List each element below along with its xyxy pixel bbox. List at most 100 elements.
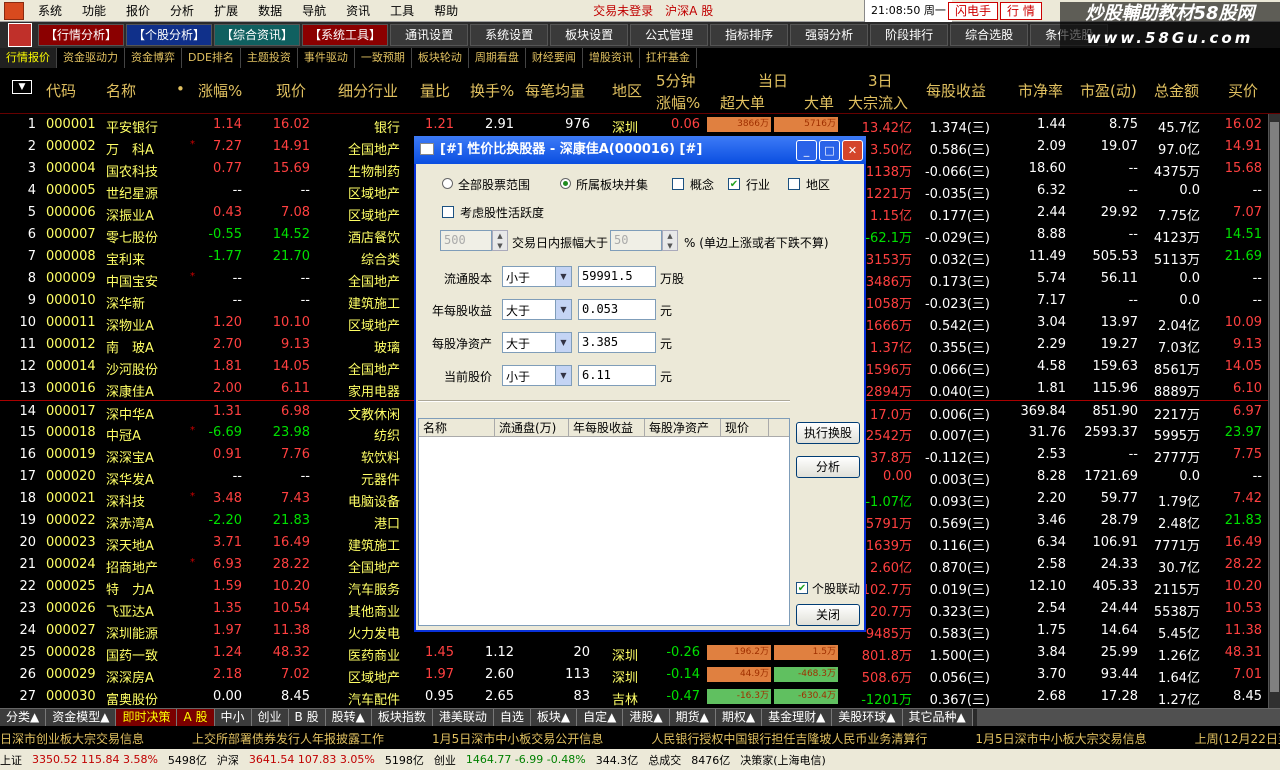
result-col-name[interactable]: 名称: [419, 419, 495, 436]
bottom-tab[interactable]: 港股▲: [623, 709, 670, 726]
col-volume-ratio[interactable]: 量比: [420, 80, 450, 101]
bottom-tab[interactable]: 期货▲: [669, 709, 716, 726]
result-col-eps[interactable]: 年每股收益: [569, 419, 645, 436]
float-shares-op-select[interactable]: 小于 ▼: [502, 266, 572, 287]
amplitude-input[interactable]: 50: [610, 230, 662, 251]
bottom-tab[interactable]: 创业: [251, 709, 289, 726]
ticker-item[interactable]: 上交所部署债券发行人年报披露工作: [192, 730, 384, 747]
nav-op-select[interactable]: 大于 ▼: [502, 332, 572, 353]
ticker-item[interactable]: 上周(12月22日至28日): [1195, 730, 1280, 747]
scope-all-radio[interactable]: [442, 178, 453, 189]
bottom-tab[interactable]: 板块指数: [371, 709, 433, 726]
bottom-tab[interactable]: 中小: [214, 709, 252, 726]
minimize-icon[interactable]: _: [796, 140, 817, 161]
bottom-tab[interactable]: 自定▲: [577, 709, 624, 726]
bottom-tab[interactable]: 基金理财▲: [762, 709, 833, 726]
maximize-icon[interactable]: □: [819, 140, 840, 161]
menu-navigate[interactable]: 导航: [292, 0, 336, 22]
subtab-dde[interactable]: DDE排名: [182, 48, 241, 68]
col-5min-a[interactable]: 5分钟: [656, 70, 696, 91]
vertical-scrollbar[interactable]: [1268, 114, 1280, 708]
stock-link-checkbox[interactable]: ✔: [796, 582, 808, 594]
col-lg-order[interactable]: 大单: [804, 92, 834, 113]
bottom-tab[interactable]: B 股: [288, 709, 326, 726]
sector-settings-button[interactable]: 板块设置: [550, 24, 629, 46]
col-xl-order[interactable]: 超大单: [720, 92, 765, 113]
col-industry[interactable]: 细分行业: [338, 80, 398, 101]
activity-days-input[interactable]: 500: [440, 230, 492, 251]
menu-data[interactable]: 数据: [248, 0, 292, 22]
menu-tools[interactable]: 工具: [380, 0, 424, 22]
result-col-nav[interactable]: 每股净资产: [645, 419, 721, 436]
bottom-tab[interactable]: 美股环球▲: [832, 709, 903, 726]
indicator-sort-button[interactable]: 指标排序: [710, 24, 789, 46]
region-checkbox[interactable]: [788, 178, 800, 190]
menu-quote[interactable]: 报价: [116, 0, 160, 22]
subtab-cycle[interactable]: 周期看盘: [469, 48, 526, 68]
bottom-tab[interactable]: 港美联动: [432, 709, 494, 726]
eps-input[interactable]: 0.053: [578, 299, 656, 320]
amplitude-spinner[interactable]: ▲ ▼: [662, 230, 678, 251]
subtab-fund-drive[interactable]: 资金驱动力: [57, 48, 125, 68]
system-settings-button[interactable]: 系统设置: [470, 24, 549, 46]
table-row[interactable]: 25 000028 国药一致 1.24 48.32 医药商业 1.45 1.12 20 深圳 -0.…: [0, 642, 1268, 664]
activity-checkbox[interactable]: [442, 206, 454, 218]
home-icon[interactable]: [8, 23, 32, 47]
result-col-float[interactable]: 流通盘(万): [495, 419, 569, 436]
scroll-thumb[interactable]: [1270, 122, 1279, 692]
column-menu-icon[interactable]: ▼: [12, 80, 32, 94]
strength-analysis-button[interactable]: 强弱分析: [790, 24, 869, 46]
bottom-tab[interactable]: 分类▲: [0, 709, 47, 726]
ticker-item[interactable]: 人民银行授权中国银行担任吉隆坡人民币业务清算行: [651, 730, 927, 747]
table-row[interactable]: 26 000029 深深房A 2.18 7.02 区域地产 1.97 2.60 113 深圳 -0.…: [0, 664, 1268, 686]
bottom-tab[interactable]: 其它品种▲: [902, 709, 973, 726]
bottom-tab[interactable]: 资金模型▲: [46, 709, 117, 726]
formula-manager-button[interactable]: 公式管理: [630, 24, 709, 46]
col-eps[interactable]: 每股收益: [926, 80, 986, 101]
menu-analysis[interactable]: 分析: [160, 0, 204, 22]
col-5min-b[interactable]: 涨幅%: [656, 92, 700, 113]
col-pb[interactable]: 市净率: [1018, 80, 1063, 101]
menu-extend[interactable]: 扩展: [204, 0, 248, 22]
col-pe[interactable]: 市盈(动): [1080, 80, 1137, 101]
tab-stock-analysis[interactable]: 【个股分析】: [126, 24, 213, 46]
activity-days-spinner[interactable]: ▲ ▼: [492, 230, 508, 251]
col-avg-volume[interactable]: 每笔均量: [525, 80, 585, 101]
col-bid[interactable]: 买价: [1228, 80, 1258, 101]
subtab-consensus[interactable]: 一致预期: [355, 48, 412, 68]
result-list[interactable]: 名称 流通盘(万) 年每股收益 每股净资产 现价: [418, 418, 790, 626]
col-region[interactable]: 地区: [612, 80, 642, 101]
subtab-leverage-fund[interactable]: 扛杆基金: [640, 48, 697, 68]
bottom-tab[interactable]: 板块▲: [530, 709, 578, 726]
subtab-quotes[interactable]: 行情报价: [0, 48, 57, 68]
close-icon[interactable]: ✕: [842, 140, 863, 161]
subtab-event[interactable]: 事件驱动: [298, 48, 355, 68]
result-col-price[interactable]: 现价: [721, 419, 769, 436]
eps-op-select[interactable]: 大于 ▼: [502, 299, 572, 320]
col-change[interactable]: 涨幅%: [198, 80, 242, 101]
price-op-select[interactable]: 小于 ▼: [502, 365, 572, 386]
industry-checkbox[interactable]: ✔: [728, 178, 740, 190]
price-input[interactable]: 6.11: [578, 365, 656, 386]
tab-news[interactable]: 【综合资讯】: [214, 24, 301, 46]
concept-checkbox[interactable]: [672, 178, 684, 190]
subtab-rotation[interactable]: 板块轮动: [412, 48, 469, 68]
bottom-tab[interactable]: 即时决策: [116, 709, 178, 726]
menu-info[interactable]: 资讯: [336, 0, 380, 22]
bottom-tab[interactable]: 自选: [493, 709, 531, 726]
close-button[interactable]: 关闭: [796, 604, 860, 626]
col-name[interactable]: 名称: [106, 80, 136, 101]
table-row[interactable]: 1 000001 平安银行 1.14 16.02 银行 1.21 2.91 976 深圳 0.06 1…: [0, 114, 1268, 136]
col-amount[interactable]: 总金额: [1154, 80, 1199, 101]
col-turnover[interactable]: 换手%: [470, 80, 514, 101]
quote-button[interactable]: 行 情: [1000, 2, 1042, 20]
ticker-item[interactable]: 1月5日深市中小板大宗交易信息: [975, 730, 1146, 747]
menu-help[interactable]: 帮助: [424, 0, 468, 22]
nav-input[interactable]: 3.385: [578, 332, 656, 353]
tab-system-tools[interactable]: 【系统工具】: [302, 24, 389, 46]
ticker-item[interactable]: 1月5日深市中小板交易公开信息: [432, 730, 603, 747]
float-shares-input[interactable]: 59991.5: [578, 266, 656, 287]
subtab-finance-news[interactable]: 财经要闻: [526, 48, 583, 68]
horizontal-scrollbar[interactable]: [976, 709, 1280, 726]
stage-ranking-button[interactable]: 阶段排行: [870, 24, 949, 46]
